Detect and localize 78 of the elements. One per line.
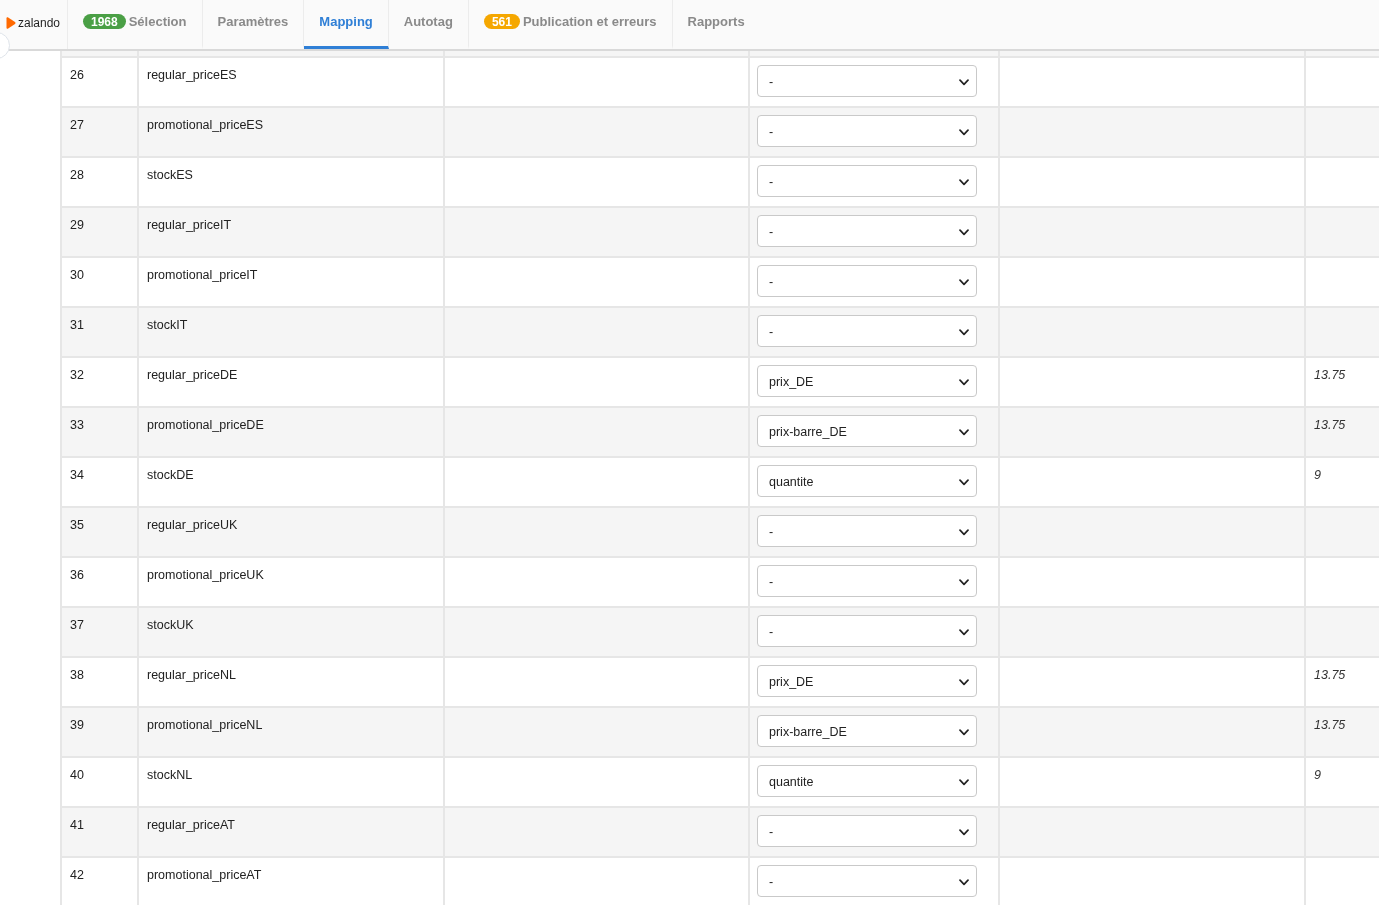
chevron-down-icon bbox=[959, 328, 969, 336]
field-name: regular_priceIT bbox=[147, 218, 232, 232]
field-name: stockNL bbox=[147, 768, 193, 782]
chevron-down-icon bbox=[959, 778, 969, 786]
mapping-select[interactable]: prix_DE bbox=[757, 665, 977, 697]
mapping-select[interactable]: - bbox=[757, 515, 977, 547]
field-name: stockUK bbox=[147, 618, 194, 632]
row-number: 35 bbox=[70, 518, 84, 532]
field-name: regular_priceNL bbox=[147, 668, 236, 682]
sample-value: 13.75 bbox=[1314, 368, 1346, 382]
sample-value: 13.75 bbox=[1314, 718, 1346, 732]
row-number: 30 bbox=[70, 268, 84, 282]
field-name: promotional_priceNL bbox=[147, 718, 263, 732]
field-name: stockIT bbox=[147, 318, 188, 332]
mapping-select[interactable]: - bbox=[757, 865, 977, 897]
chevron-down-icon bbox=[959, 78, 969, 86]
mapping-select[interactable]: prix-barre_DE bbox=[757, 715, 977, 747]
chevron-down-icon bbox=[959, 478, 969, 486]
row-number: 28 bbox=[70, 168, 84, 182]
row-number: 27 bbox=[70, 118, 84, 132]
row-number: 26 bbox=[70, 68, 84, 82]
chevron-down-icon bbox=[959, 378, 969, 386]
mapping-select[interactable]: - bbox=[757, 615, 977, 647]
chevron-down-icon bbox=[959, 728, 969, 736]
field-name: regular_priceDE bbox=[147, 368, 238, 382]
mapping-select[interactable]: - bbox=[757, 215, 977, 247]
mapping-select[interactable]: - bbox=[757, 315, 977, 347]
mapping-select[interactable]: - bbox=[757, 165, 977, 197]
field-name: promotional_priceUK bbox=[147, 568, 264, 582]
row-number: 39 bbox=[70, 718, 84, 732]
row-number: 40 bbox=[70, 768, 84, 782]
row-number: 34 bbox=[70, 468, 84, 482]
sample-value: 13.75 bbox=[1314, 418, 1346, 432]
chevron-down-icon bbox=[959, 578, 969, 586]
chevron-down-icon bbox=[959, 678, 969, 686]
field-name: promotional_priceIT bbox=[147, 268, 258, 282]
chevron-down-icon bbox=[959, 128, 969, 136]
mapping-select[interactable]: - bbox=[757, 115, 977, 147]
row-number: 36 bbox=[70, 568, 84, 582]
mapping-select[interactable]: - bbox=[757, 815, 977, 847]
sample-value: 13.75 bbox=[1314, 668, 1346, 682]
field-name: regular_priceAT bbox=[147, 818, 235, 832]
chevron-down-icon bbox=[959, 228, 969, 236]
row-number: 32 bbox=[70, 368, 84, 382]
row-number: 41 bbox=[70, 818, 84, 832]
chevron-down-icon bbox=[959, 278, 969, 286]
row-number: 38 bbox=[70, 668, 84, 682]
mapping-select[interactable]: - bbox=[757, 265, 977, 297]
count-badge: 1968 bbox=[83, 14, 126, 29]
field-name: promotional_priceAT bbox=[147, 868, 262, 882]
mapping-select[interactable]: quantite bbox=[757, 465, 977, 497]
field-name: promotional_priceES bbox=[147, 118, 264, 132]
chevron-down-icon bbox=[959, 178, 969, 186]
count-badge: 561 bbox=[483, 14, 520, 29]
mapping-select[interactable]: prix_DE bbox=[757, 365, 977, 397]
field-name: regular_priceES bbox=[147, 68, 237, 82]
row-number: 29 bbox=[70, 218, 84, 232]
chevron-down-icon bbox=[959, 528, 969, 536]
field-name: stockES bbox=[147, 168, 193, 182]
chevron-down-icon bbox=[959, 428, 969, 436]
row-number: 37 bbox=[70, 618, 84, 632]
field-name: promotional_priceDE bbox=[147, 418, 264, 432]
sample-value: 9 bbox=[1314, 468, 1321, 482]
chevron-down-icon bbox=[959, 828, 969, 836]
field-name: regular_priceUK bbox=[147, 518, 238, 532]
mapping-select[interactable]: prix-barre_DE bbox=[757, 415, 977, 447]
brand-name: zalando bbox=[18, 16, 61, 30]
chevron-down-icon bbox=[959, 878, 969, 886]
play-logo-icon bbox=[5, 17, 16, 29]
mapping-select[interactable]: quantite bbox=[757, 765, 977, 797]
sample-value: 9 bbox=[1314, 768, 1321, 782]
chevron-down-icon bbox=[959, 628, 969, 636]
row-number: 33 bbox=[70, 418, 84, 432]
row-number: 31 bbox=[70, 318, 84, 332]
mapping-select[interactable]: - bbox=[757, 65, 977, 97]
row-number: 42 bbox=[70, 868, 84, 882]
field-name: stockDE bbox=[147, 468, 194, 482]
mapping-select[interactable]: - bbox=[757, 565, 977, 597]
